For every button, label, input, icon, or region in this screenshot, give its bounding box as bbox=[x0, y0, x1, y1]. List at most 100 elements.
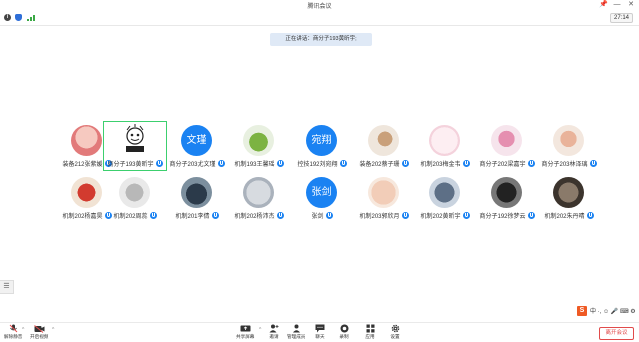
participant-tile[interactable]: 机制202杨沛杰 bbox=[228, 174, 290, 222]
participant-tile[interactable]: 机制193王馨瑶 bbox=[228, 122, 290, 170]
record-button[interactable]: 录制 bbox=[338, 324, 350, 340]
avatar bbox=[368, 177, 399, 208]
settings-button[interactable]: 设置 bbox=[389, 324, 401, 340]
add-user-icon bbox=[268, 324, 280, 333]
manage-members-label: 管理成员 bbox=[287, 334, 306, 339]
unmute-button[interactable]: 解除静音 bbox=[4, 324, 22, 340]
mic-status-icon bbox=[149, 211, 157, 219]
title-bar: 腾讯会议 📌 — ✕ bbox=[0, 0, 639, 11]
participant-name: 装备202蔡子珊 bbox=[359, 162, 400, 168]
mic-status-icon bbox=[527, 211, 535, 219]
meeting-timer: 27:14 bbox=[609, 13, 633, 23]
manage-members-button[interactable]: 管理成员 bbox=[287, 324, 305, 340]
participant-tile[interactable]: 商分子202梁嘉宇 bbox=[476, 122, 538, 170]
participant-name: 商分子203林泽璃 bbox=[541, 162, 588, 168]
mic-status-icon bbox=[276, 211, 284, 219]
audio-options-chevron-icon[interactable]: ^ bbox=[22, 327, 24, 333]
participant-name: 张剑 bbox=[311, 214, 324, 220]
participant-name-row: 机制202黄昕宇 bbox=[414, 211, 476, 220]
avatar bbox=[553, 125, 584, 156]
mic-status-icon bbox=[589, 159, 597, 167]
start-video-label: 开启视频 bbox=[30, 334, 49, 339]
leave-meeting-button[interactable]: 离开会议 bbox=[599, 327, 634, 340]
unmute-label: 解除静音 bbox=[4, 334, 23, 339]
participant-name-row: 机制202杨沛杰 bbox=[228, 211, 290, 220]
mic-status-icon bbox=[211, 211, 219, 219]
video-options-chevron-icon[interactable]: ^ bbox=[52, 327, 54, 333]
avatar bbox=[368, 125, 399, 156]
info-icon[interactable]: i bbox=[4, 14, 11, 21]
participant-tile[interactable]: 装备202蔡子珊 bbox=[353, 122, 415, 170]
signal-icon[interactable] bbox=[27, 15, 35, 21]
avatar bbox=[429, 177, 460, 208]
participant-name-row: 商分子192徐梦云 bbox=[476, 211, 538, 220]
mic-status-icon bbox=[401, 159, 409, 167]
apps-button[interactable]: 应用 bbox=[364, 324, 376, 340]
meeting-toolbar: 解除静音 ^ 开启视频 ^ 共享屏幕 ^ 邀请 管理成员 聊天 录制 应用 设置… bbox=[0, 322, 639, 342]
participant-name-row: 张剑 bbox=[291, 211, 353, 220]
status-row: i 27:14 bbox=[0, 11, 639, 26]
participant-tile[interactable]: 文瑾 商分子203尤文瑾 bbox=[166, 122, 228, 170]
participant-name-row: 机制193王馨瑶 bbox=[228, 159, 290, 168]
mic-status-icon bbox=[155, 159, 163, 167]
speaking-banner: 正在讲话：商分子193黄昕宇; bbox=[270, 33, 372, 46]
ime-tools[interactable]: 中 ·, ☺ 🎤 ⌨ ⚙ bbox=[590, 306, 636, 315]
ime-toolbar[interactable]: S 中 ·, ☺ 🎤 ⌨ ⚙ bbox=[577, 305, 636, 316]
camera-off-icon bbox=[33, 324, 45, 333]
participant-tile[interactable]: 机制203郭欣月 bbox=[353, 174, 415, 222]
participant-tile[interactable]: 商分子192徐梦云 bbox=[476, 174, 538, 222]
avatar: 张剑 bbox=[306, 177, 337, 208]
members-icon bbox=[290, 324, 302, 333]
mic-status-icon bbox=[462, 159, 470, 167]
participant-tile[interactable]: 机制203梅金韦 bbox=[414, 122, 476, 170]
avatar bbox=[243, 177, 274, 208]
gear-icon bbox=[389, 324, 401, 333]
avatar bbox=[118, 124, 152, 156]
window-controls: 📌 — ✕ bbox=[599, 1, 635, 9]
close-button[interactable]: ✕ bbox=[627, 1, 635, 9]
share-screen-button[interactable]: 共享屏幕 bbox=[236, 324, 254, 340]
participant-name-row: 商分子203尤文瑾 bbox=[166, 159, 228, 168]
share-options-chevron-icon[interactable]: ^ bbox=[259, 327, 261, 333]
apps-grid-icon bbox=[364, 324, 376, 333]
participant-name: 机制193王馨瑶 bbox=[234, 162, 275, 168]
participant-name: 机制202朱丹晴 bbox=[544, 214, 585, 220]
chat-icon bbox=[314, 324, 326, 333]
invite-button[interactable]: 邀请 bbox=[268, 324, 280, 340]
mic-status-icon bbox=[276, 159, 284, 167]
participant-tile[interactable]: 机制202周蕊 bbox=[104, 174, 166, 222]
avatar bbox=[119, 177, 150, 208]
participant-name: 机制202杨沛杰 bbox=[234, 214, 275, 220]
participant-tile[interactable]: 张剑 张剑 bbox=[291, 174, 353, 222]
participant-tile[interactable]: 机制201李倩 bbox=[166, 174, 228, 222]
participant-name: 机制202黄昕宇 bbox=[420, 214, 461, 220]
minimize-button[interactable]: — bbox=[613, 1, 621, 9]
pin-icon[interactable]: 📌 bbox=[599, 1, 608, 9]
participant-tile[interactable]: 机制202黄昕宇 bbox=[414, 174, 476, 222]
participant-name: 装备212张紫媛 bbox=[62, 162, 103, 168]
participant-name-row: 机制201李倩 bbox=[166, 211, 228, 220]
avatar: 宛翔 bbox=[306, 125, 337, 156]
mic-status-icon bbox=[401, 211, 409, 219]
participant-tile[interactable]: 商分子193黄昕宇 bbox=[103, 121, 167, 171]
side-panel-toggle[interactable]: ☰ bbox=[0, 280, 14, 294]
settings-label: 设置 bbox=[390, 334, 400, 339]
participant-name-row: 商分子202梁嘉宇 bbox=[476, 159, 538, 168]
participant-name-row: 机制203梅金韦 bbox=[414, 159, 476, 168]
mic-status-icon bbox=[339, 159, 347, 167]
shield-icon[interactable] bbox=[15, 14, 22, 21]
share-screen-label: 共享屏幕 bbox=[236, 334, 255, 339]
sogou-icon[interactable]: S bbox=[577, 305, 587, 316]
participant-tile[interactable]: 宛翔控技192刘宛翔 bbox=[291, 122, 353, 170]
microphone-muted-icon bbox=[7, 324, 19, 333]
mic-status-icon bbox=[217, 159, 225, 167]
participant-tile[interactable]: 机制202朱丹晴 bbox=[538, 174, 600, 222]
participant-name: 控技192刘宛翔 bbox=[297, 162, 338, 168]
chat-button[interactable]: 聊天 bbox=[314, 324, 326, 340]
start-video-button[interactable]: 开启视频 bbox=[30, 324, 48, 340]
participant-name: 商分子192徐梦云 bbox=[479, 214, 526, 220]
participant-name: 商分子203尤文瑾 bbox=[169, 162, 216, 168]
participant-name: 机制202周蕊 bbox=[113, 214, 148, 220]
participant-name-row: 控技192刘宛翔 bbox=[291, 159, 353, 168]
participant-tile[interactable]: 商分子203林泽璃 bbox=[538, 122, 600, 170]
